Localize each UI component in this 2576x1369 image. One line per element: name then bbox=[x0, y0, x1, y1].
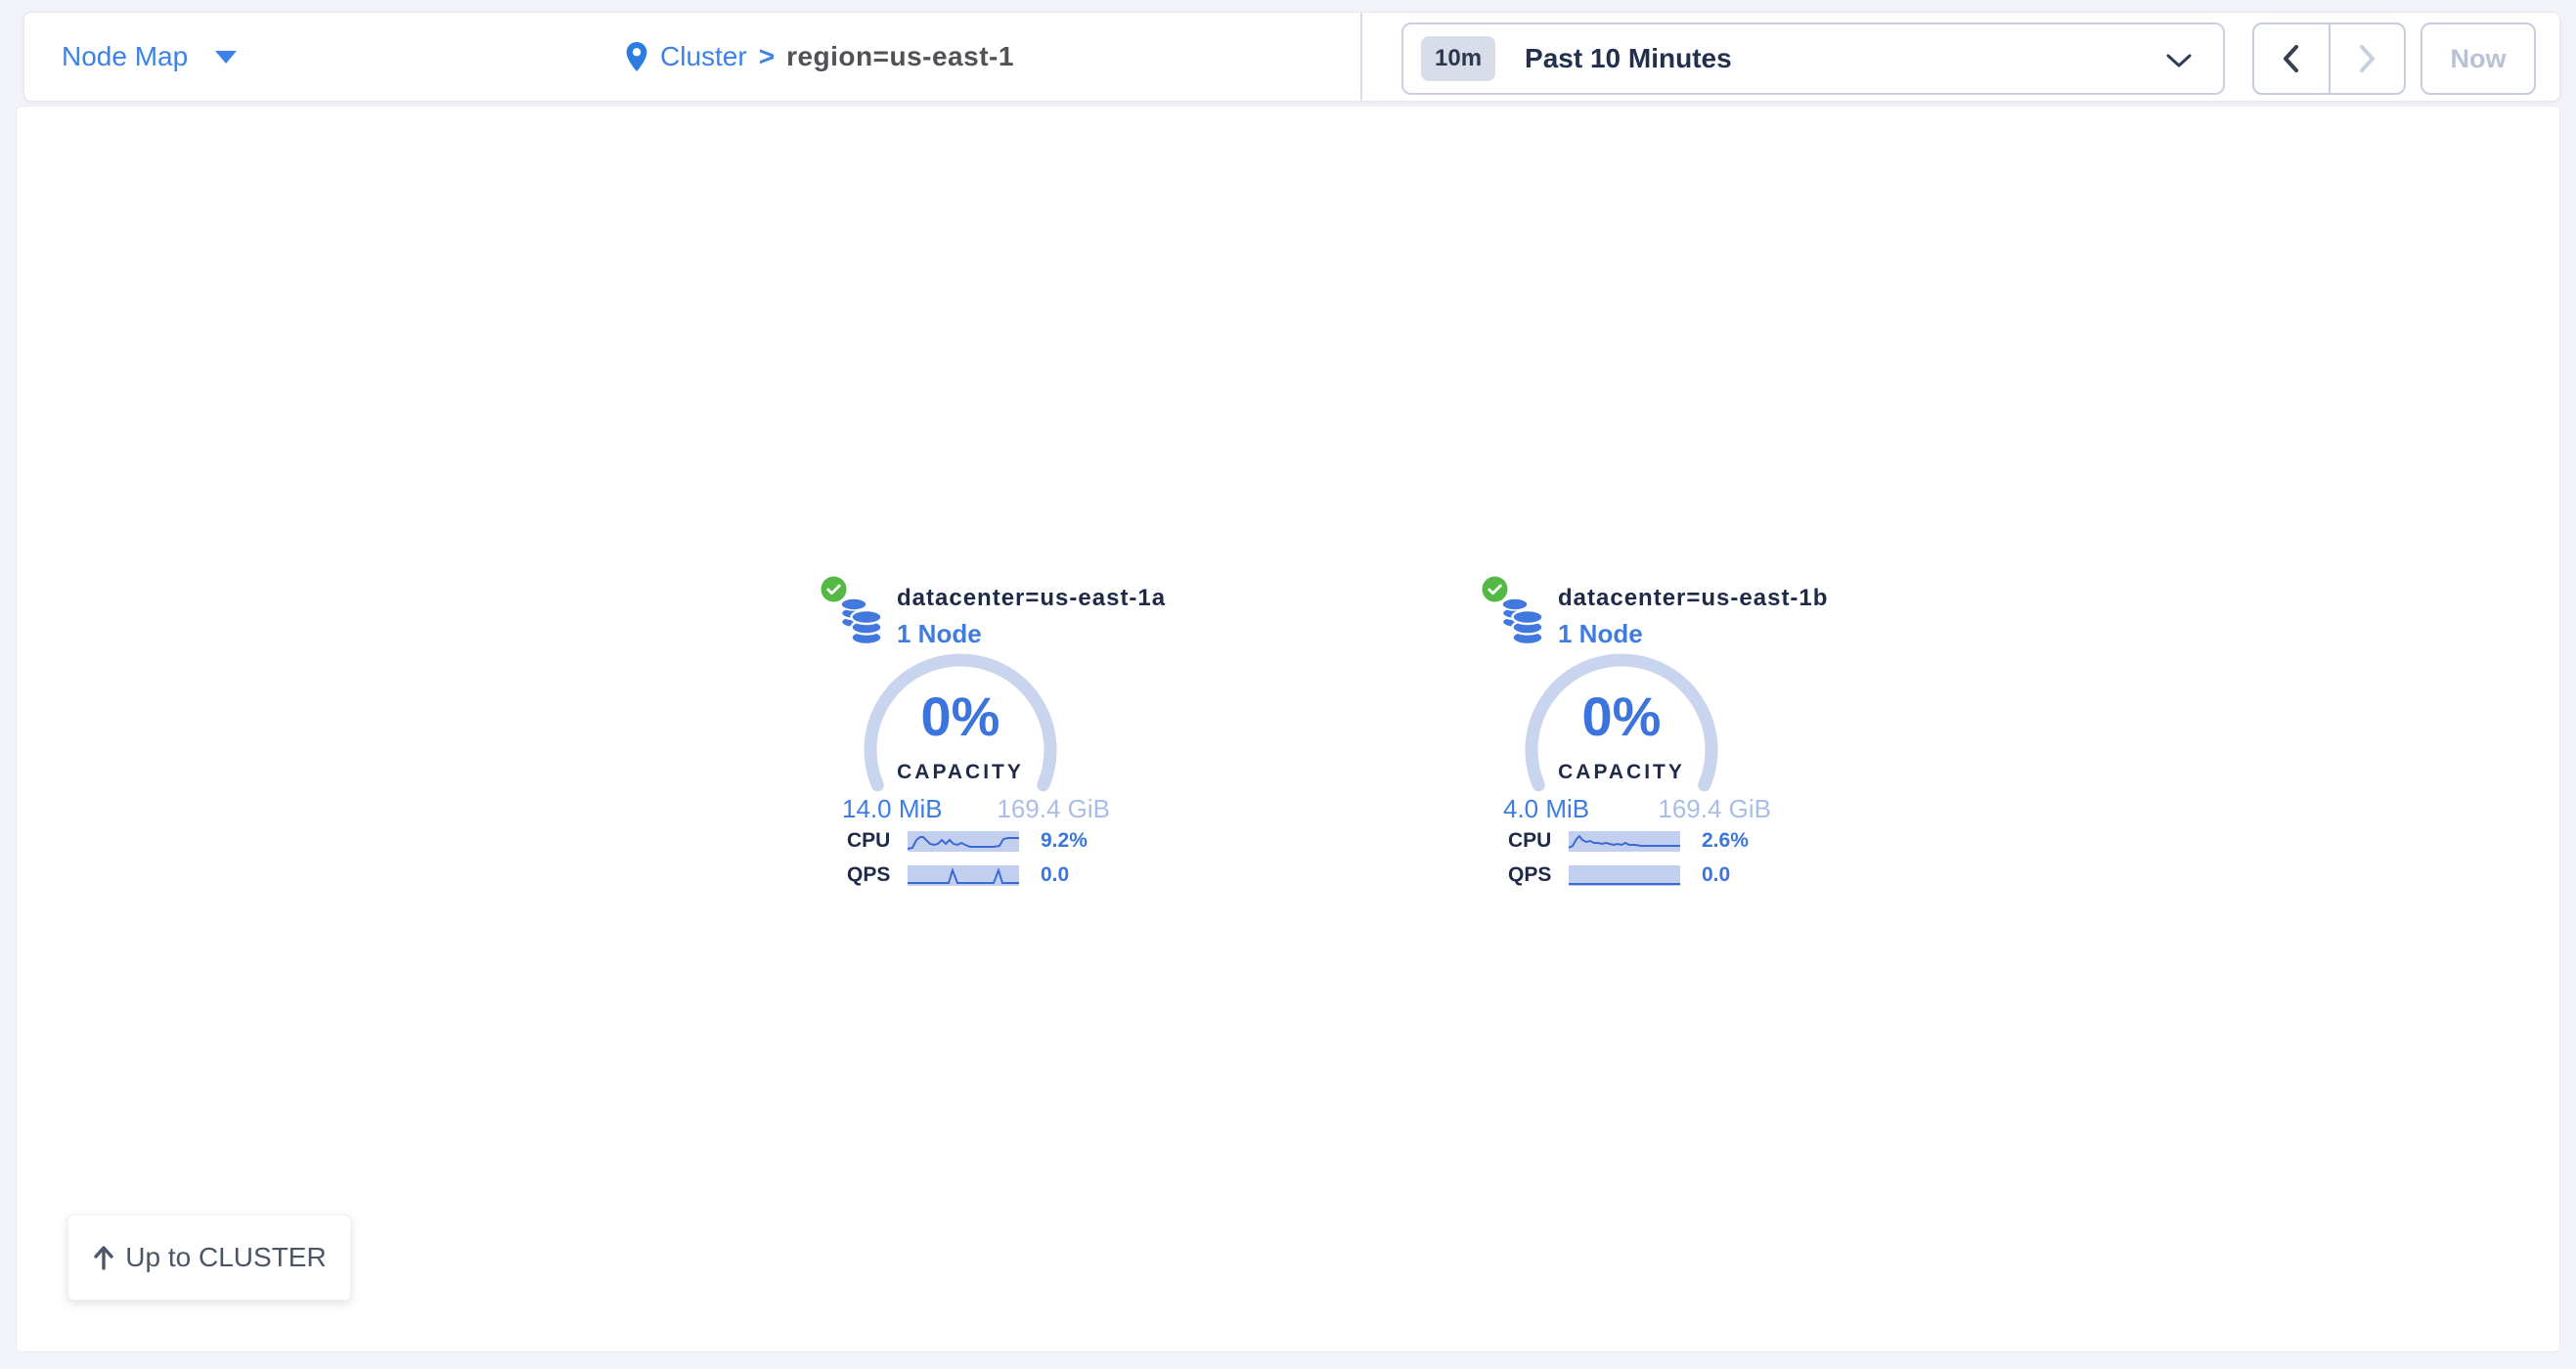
caret-down-icon bbox=[215, 51, 237, 64]
chevron-left-icon bbox=[2282, 44, 2300, 73]
datacenter-header: datacenter=us-east-1b 1 Node bbox=[1558, 585, 1828, 649]
cpu-label: CPU bbox=[1508, 829, 1569, 853]
up-to-cluster-label: Up to CLUSTER bbox=[125, 1242, 326, 1273]
now-button[interactable]: Now bbox=[2421, 22, 2536, 95]
cpu-value: 2.6% bbox=[1702, 829, 1749, 853]
prev-time-button[interactable] bbox=[2254, 24, 2329, 93]
capacity-percent: 0% bbox=[1524, 684, 1719, 748]
chevron-right-icon bbox=[2358, 44, 2376, 73]
capacity-values-row: 4.0 MiB 169.4 GiB bbox=[1503, 794, 1771, 824]
view-selector-dropdown[interactable]: Node Map bbox=[62, 13, 237, 101]
capacity-percent: 0% bbox=[863, 684, 1058, 748]
qps-metric-row: QPS 0.0 bbox=[1508, 863, 1749, 887]
capacity-used: 14.0 MiB bbox=[842, 794, 943, 824]
qps-label: QPS bbox=[847, 863, 908, 887]
time-range-label: Past 10 Minutes bbox=[1525, 43, 1732, 74]
breadcrumb-separator: > bbox=[759, 41, 775, 72]
metrics-block: CPU 2.6% QPS 0.0 bbox=[1508, 829, 1749, 898]
location-pin-icon bbox=[625, 41, 648, 72]
time-range-dropdown[interactable]: 10m Past 10 Minutes bbox=[1401, 22, 2225, 95]
datacenter-node-count: 1 Node bbox=[1558, 619, 1828, 649]
breadcrumb: Cluster > region=us-east-1 bbox=[625, 13, 1014, 101]
cpu-metric-row: CPU 2.6% bbox=[1508, 829, 1749, 853]
qps-label: QPS bbox=[1508, 863, 1569, 887]
arrow-up-icon bbox=[92, 1244, 115, 1271]
capacity-caption: CAPACITY bbox=[1524, 761, 1719, 784]
database-stack-icon bbox=[1501, 598, 1544, 645]
datacenter-header: datacenter=us-east-1a 1 Node bbox=[897, 585, 1166, 649]
capacity-total: 169.4 GiB bbox=[997, 794, 1110, 824]
datacenter-group-us-east-1a[interactable]: datacenter=us-east-1a 1 Node 0% CAPACITY… bbox=[821, 573, 1133, 902]
node-map-canvas: datacenter=us-east-1a 1 Node 0% CAPACITY… bbox=[16, 106, 2560, 1352]
cpu-value: 9.2% bbox=[1041, 829, 1088, 853]
top-bar: Node Map Cluster > region=us-east-1 10m … bbox=[23, 12, 2560, 102]
capacity-total: 169.4 GiB bbox=[1658, 794, 1771, 824]
datacenter-node-count: 1 Node bbox=[897, 619, 1166, 649]
breadcrumb-cluster-link[interactable]: Cluster bbox=[660, 41, 747, 72]
metrics-block: CPU 9.2% QPS 0.0 bbox=[847, 829, 1088, 898]
qps-value: 0.0 bbox=[1041, 863, 1069, 887]
capacity-values-row: 14.0 MiB 169.4 GiB bbox=[842, 794, 1110, 824]
qps-sparkline bbox=[908, 865, 1019, 886]
time-range-badge: 10m bbox=[1421, 36, 1495, 81]
cpu-label: CPU bbox=[847, 829, 908, 853]
chevron-down-icon bbox=[2166, 54, 2192, 68]
qps-sparkline bbox=[1569, 865, 1680, 886]
cpu-sparkline bbox=[1569, 831, 1680, 852]
up-to-cluster-button[interactable]: Up to CLUSTER bbox=[67, 1214, 351, 1301]
view-selector-label: Node Map bbox=[62, 41, 188, 72]
database-stack-icon bbox=[840, 598, 883, 645]
topbar-divider bbox=[1360, 13, 1362, 101]
cpu-metric-row: CPU 9.2% bbox=[847, 829, 1088, 853]
qps-metric-row: QPS 0.0 bbox=[847, 863, 1088, 887]
breadcrumb-current: region=us-east-1 bbox=[786, 41, 1014, 72]
qps-value: 0.0 bbox=[1702, 863, 1730, 887]
time-pager bbox=[2252, 22, 2406, 95]
cpu-sparkline bbox=[908, 831, 1019, 852]
datacenter-title: datacenter=us-east-1b bbox=[1558, 585, 1828, 612]
datacenter-group-us-east-1b[interactable]: datacenter=us-east-1b 1 Node 0% CAPACITY… bbox=[1482, 573, 1795, 902]
capacity-used: 4.0 MiB bbox=[1503, 794, 1589, 824]
next-time-button[interactable] bbox=[2329, 24, 2405, 93]
datacenter-title: datacenter=us-east-1a bbox=[897, 585, 1166, 612]
capacity-caption: CAPACITY bbox=[863, 761, 1058, 784]
